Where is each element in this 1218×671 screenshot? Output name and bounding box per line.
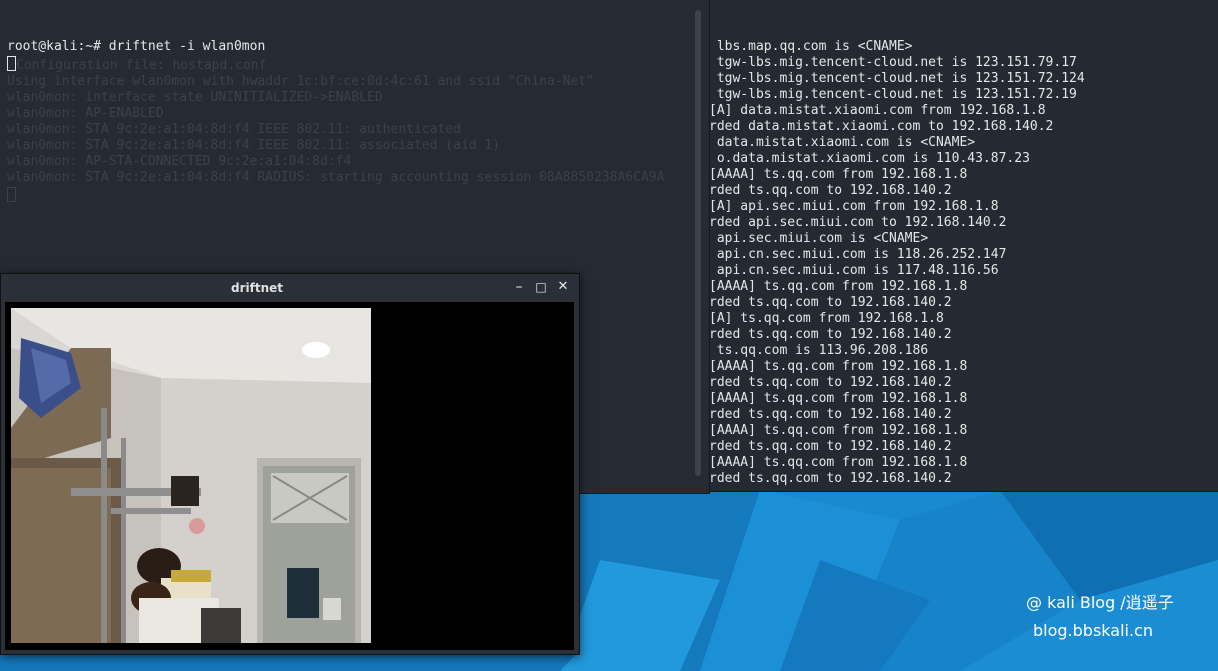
dns-log-line: [AAAA] ts.qq.com from 192.168.1.8	[709, 167, 968, 182]
window-title: driftnet	[231, 281, 283, 295]
terminal-cursor	[7, 56, 16, 71]
dns-log-line: [A] data.mistat.xiaomi.com from 192.168.…	[709, 103, 1046, 118]
command-prompt-line: root@kali:~# driftnet -i wlan0mon	[7, 39, 266, 54]
log-line: wlan0mon: AP-STA-CONNECTED 9c:2e:a1:04:8…	[7, 154, 352, 169]
window-titlebar[interactable]: driftnet – □ ✕	[1, 274, 579, 302]
log-line: wlan0mon: STA 9c:2e:a1:04:8d:f4 RADIUS: …	[7, 170, 665, 185]
log-line: wlan0mon: interface state UNINITIALIZED-…	[7, 90, 383, 105]
dns-log-line: rded ts.qq.com to 192.168.140.2	[709, 439, 952, 454]
dns-log-line: tgw-lbs.mig.tencent-cloud.net is 123.151…	[709, 71, 1085, 86]
captured-images-canvas	[5, 302, 574, 650]
dns-log-line: [A] ts.qq.com from 192.168.1.8	[709, 311, 944, 326]
dns-log-line: rded ts.qq.com to 192.168.140.2	[709, 183, 952, 198]
maximize-icon[interactable]: □	[534, 280, 548, 294]
log-line: Using interface wlan0mon with hwaddr 1c:…	[7, 74, 594, 89]
dns-log-line: [A] api.sec.miui.com from 192.168.1.8	[709, 199, 999, 214]
terminal-cursor-inactive	[7, 187, 16, 202]
dns-log-output: lbs.map.qq.com is <CNAME> tgw-lbs.mig.te…	[709, 32, 1218, 487]
dns-log-line: [AAAA] ts.qq.com from 192.168.1.8	[709, 455, 968, 470]
dns-log-line: tgw-lbs.mig.tencent-cloud.net is 123.151…	[709, 87, 1077, 102]
dns-log-line: rded ts.qq.com to 192.168.140.2	[709, 375, 952, 390]
log-line: wlan0mon: STA 9c:2e:a1:04:8d:f4 IEEE 802…	[7, 138, 501, 153]
dns-log-line: ts.qq.com is 113.96.208.186	[709, 343, 929, 358]
terminal-output: root@kali:~# driftnet -i wlan0mon Config…	[0, 32, 709, 205]
terminal-scrollbar[interactable]	[695, 10, 701, 476]
dns-log-line: tgw-lbs.mig.tencent-cloud.net is 123.151…	[709, 55, 1077, 70]
dns-log-line: o.data.mistat.xiaomi.com is 110.43.87.23	[709, 151, 1030, 166]
log-line: wlan0mon: STA 9c:2e:a1:04:8d:f4 IEEE 802…	[7, 122, 461, 137]
desktop: lbs.map.qq.com is <CNAME> tgw-lbs.mig.te…	[0, 0, 1218, 671]
log-line: Configuration file: hostapd.conf	[16, 58, 267, 73]
dns-log-line: api.sec.miui.com is <CNAME>	[709, 231, 929, 246]
dns-log-line: rded ts.qq.com to 192.168.140.2	[709, 295, 952, 310]
dns-log-line: rded ts.qq.com to 192.168.140.2	[709, 407, 952, 422]
dns-log-line: rded ts.qq.com to 192.168.140.2	[709, 327, 952, 342]
log-line: wlan0mon: AP-ENABLED	[7, 106, 164, 121]
watermark-blog-name: @ kali Blog /逍遥子	[1026, 593, 1174, 612]
dns-log-line: api.cn.sec.miui.com is 117.48.116.56	[709, 263, 999, 278]
captured-photo	[11, 308, 371, 643]
dns-log-line: data.mistat.xiaomi.com is <CNAME>	[709, 135, 976, 150]
dns-log-line: rded ts.qq.com to 192.168.140.2	[709, 471, 952, 486]
watermark-blog-url: blog.bbskali.cn	[1033, 621, 1153, 640]
dns-log-line: rded data.mistat.xiaomi.com to 192.168.1…	[709, 119, 1054, 134]
dns-log-line: lbs.map.qq.com is <CNAME>	[709, 39, 913, 54]
dns-log-terminal[interactable]: lbs.map.qq.com is <CNAME> tgw-lbs.mig.te…	[709, 0, 1218, 492]
dns-log-line: [AAAA] ts.qq.com from 192.168.1.8	[709, 423, 968, 438]
driftnet-window[interactable]: driftnet – □ ✕	[0, 273, 580, 655]
dns-log-line: [AAAA] ts.qq.com from 192.168.1.8	[709, 391, 968, 406]
dns-log-line: [AAAA] ts.qq.com from 192.168.1.8	[709, 279, 968, 294]
close-icon[interactable]: ✕	[556, 280, 570, 294]
dns-log-line: rded api.sec.miui.com to 192.168.140.2	[709, 215, 1007, 230]
dns-log-line: [AAAA] ts.qq.com from 192.168.1.8	[709, 359, 968, 374]
minimize-icon[interactable]: –	[512, 280, 526, 294]
dns-log-line: api.cn.sec.miui.com is 118.26.252.147	[709, 247, 1007, 262]
